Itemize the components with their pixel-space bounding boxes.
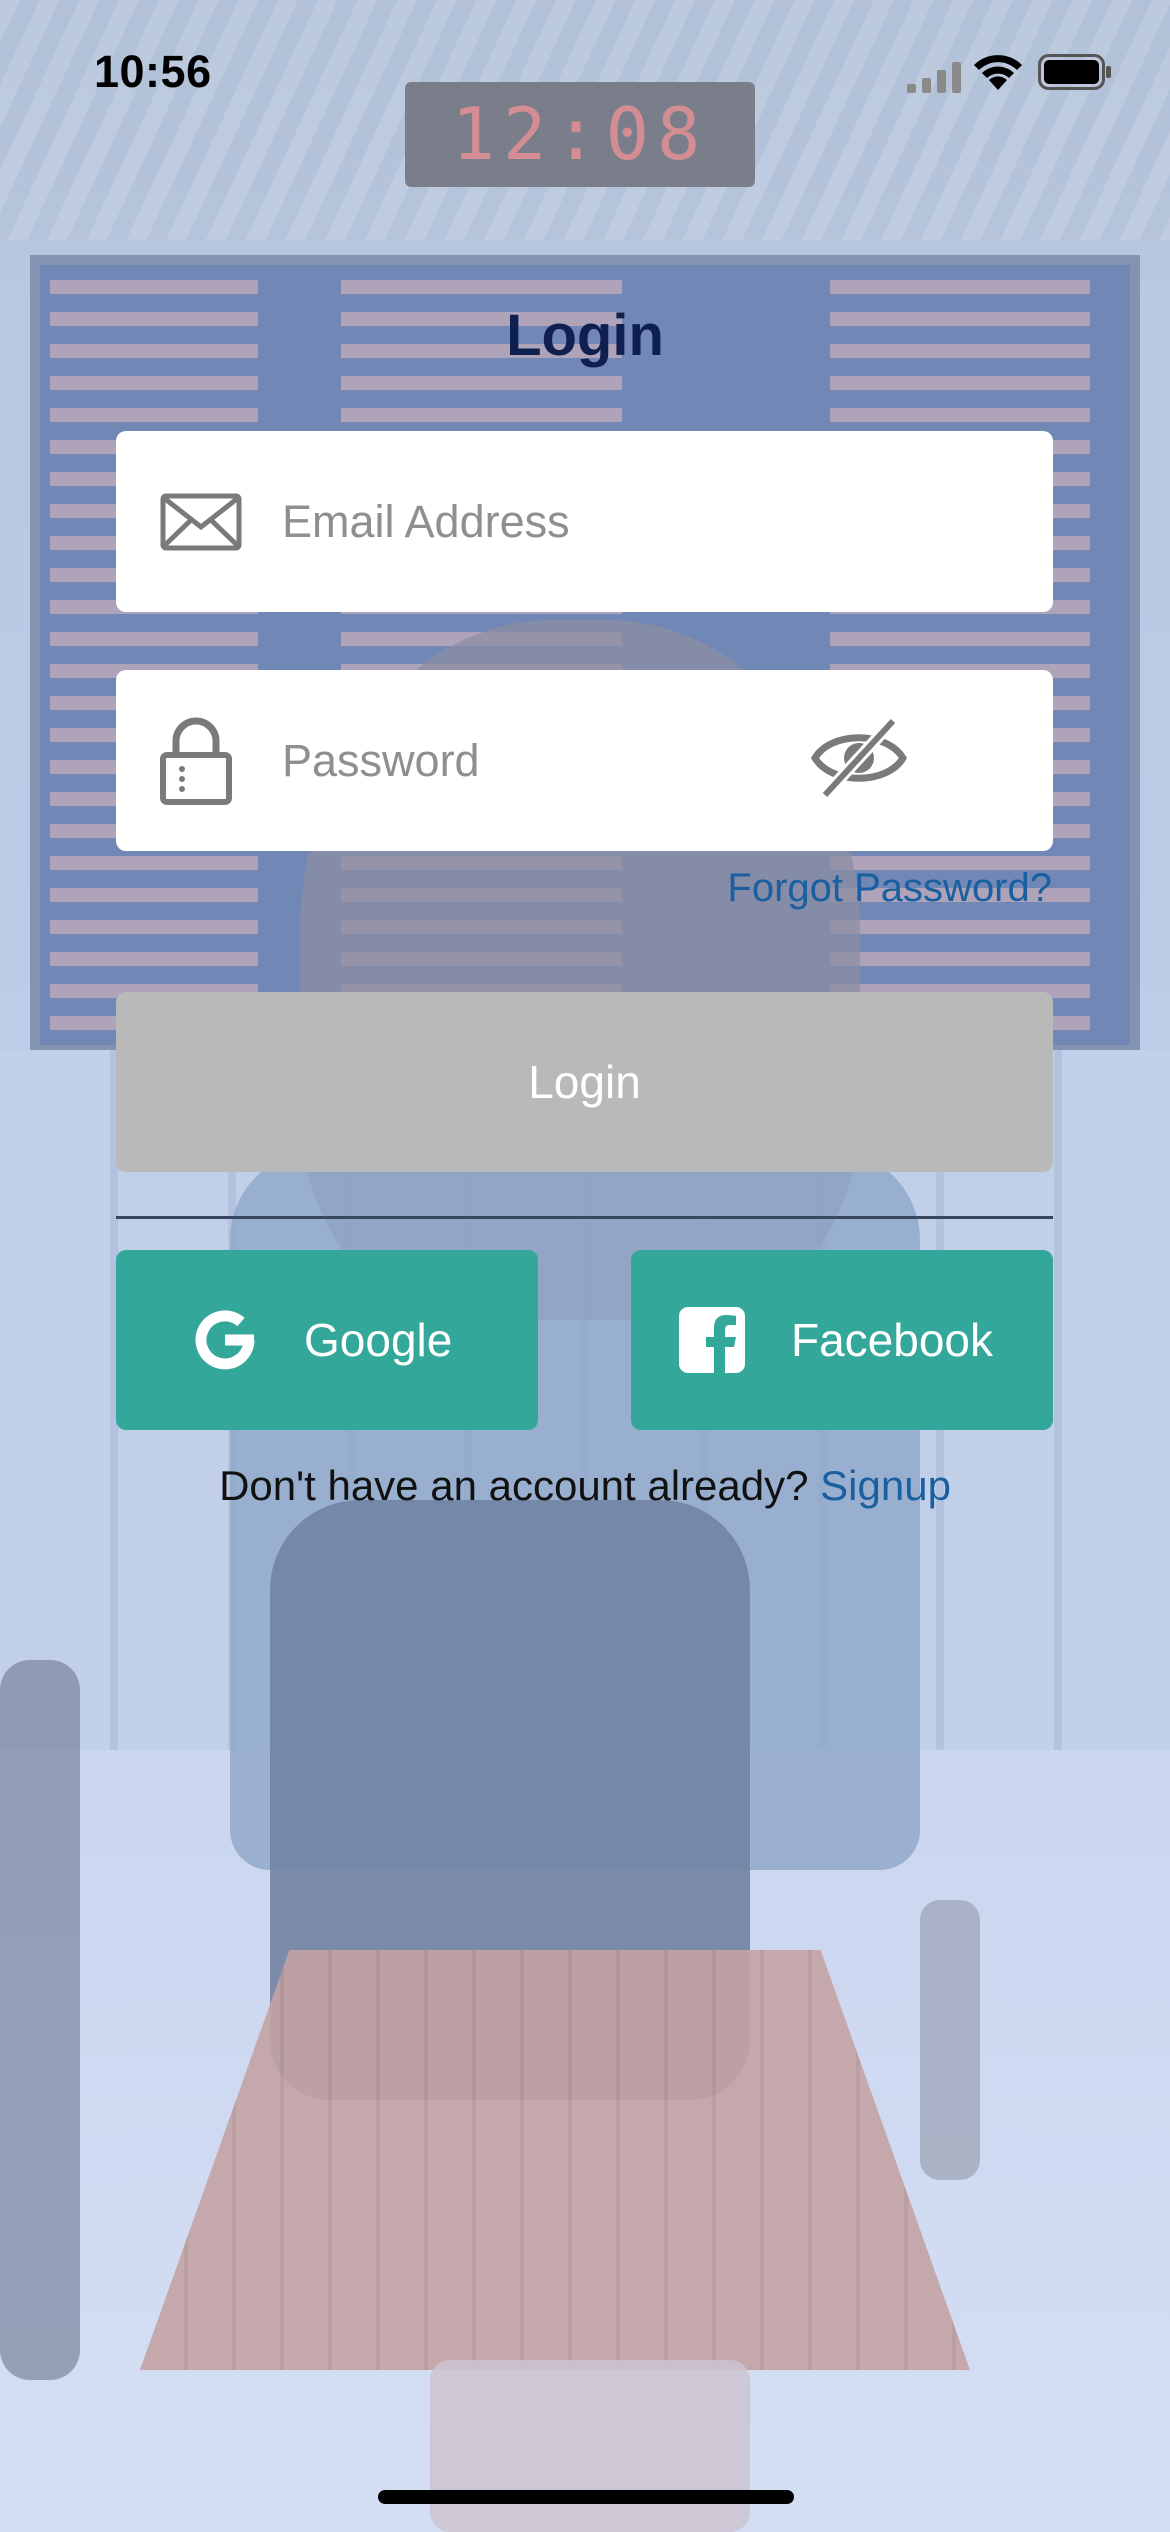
forgot-password-link[interactable]: Forgot Password?: [727, 866, 1052, 911]
email-field[interactable]: [116, 431, 1053, 612]
google-button-label: Google: [304, 1314, 453, 1366]
signup-row: Don't have an account already? Signup: [0, 1462, 1170, 1510]
mail-icon: [160, 493, 242, 550]
facebook-button-label: Facebook: [791, 1314, 994, 1366]
page-title: Login: [506, 303, 664, 368]
facebook-login-button[interactable]: Facebook: [631, 1250, 1053, 1430]
signup-prompt: Don't have an account already?: [219, 1462, 809, 1509]
login-button[interactable]: Login: [116, 992, 1053, 1172]
status-time: 10:56: [94, 46, 212, 97]
battery-icon: [1038, 54, 1111, 90]
signup-link[interactable]: Signup: [820, 1462, 951, 1509]
lock-icon: [160, 717, 232, 805]
divider: [116, 1216, 1053, 1219]
wifi-icon: [974, 55, 1022, 90]
status-bar: 10:56: [0, 0, 1170, 150]
home-indicator: [378, 2490, 794, 2504]
google-icon: [195, 1310, 255, 1370]
facebook-icon: [679, 1307, 745, 1373]
password-field[interactable]: [116, 670, 1053, 851]
google-login-button[interactable]: Google: [116, 1250, 538, 1430]
signal-icon: [907, 62, 961, 93]
password-input[interactable]: [282, 725, 842, 796]
eye-slash-icon[interactable]: [811, 715, 907, 801]
email-input[interactable]: [282, 486, 842, 557]
